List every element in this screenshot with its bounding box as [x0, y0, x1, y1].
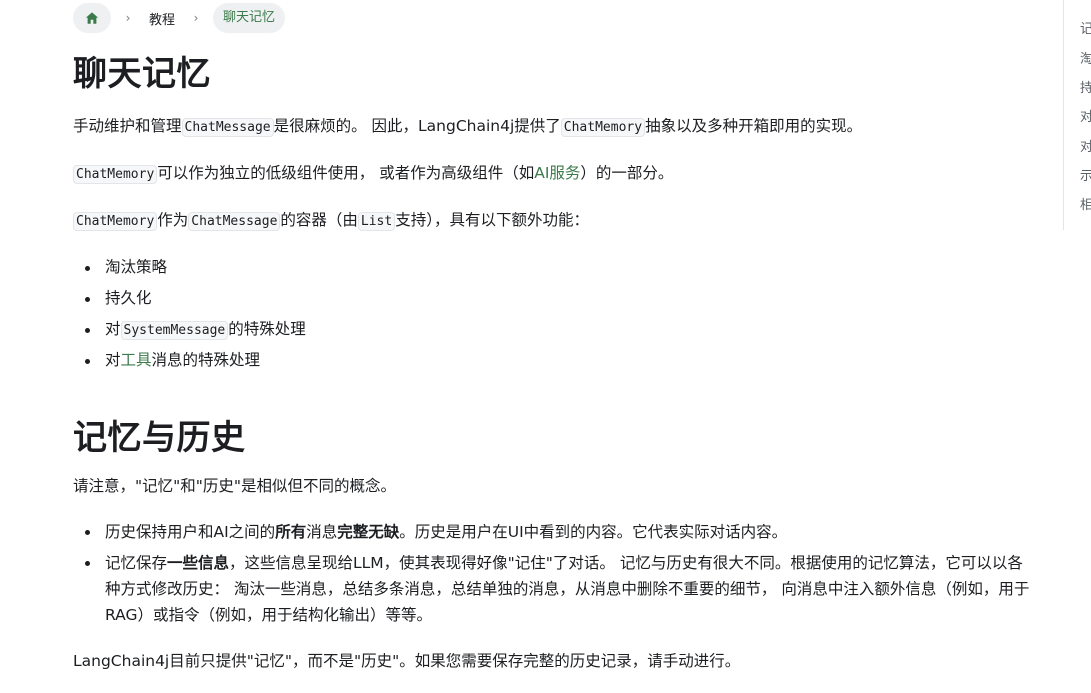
toc-item[interactable]: 示: [1080, 165, 1091, 184]
inline-code: List: [357, 212, 396, 231]
text: 消息的特殊处理: [151, 351, 261, 369]
toc-item[interactable]: 相: [1080, 194, 1091, 213]
paragraph-features: ChatMemory 作为 ChatMessage 的容器（由 List 支持），具有以下…: [73, 207, 589, 235]
text: 可以作为独立的低级组件使用， 或者作为高级组件（如: [157, 164, 535, 182]
toc-item[interactable]: 持: [1080, 77, 1091, 96]
home-icon: [85, 12, 99, 24]
text: 手动维护和管理: [73, 117, 182, 135]
bold-text: 完整无缺: [337, 523, 400, 541]
text: 作为: [157, 211, 189, 229]
inline-code: ChatMessage: [188, 212, 281, 231]
paragraph-intro: 手动维护和管理 ChatMessage 是很麻烦的。 因此，LangChain4j提…: [73, 113, 862, 141]
section-title-memory-vs-history: 记忆与历史: [73, 418, 246, 458]
text: ，这些信息呈现给LLM，使其表现得好像"记住"了对话。 记忆与历史有很大不同。根…: [105, 554, 1030, 624]
text: 历史保持用户和AI之间的: [105, 523, 276, 541]
text: 是很麻烦的。 因此，LangChain4j提供了: [273, 117, 561, 135]
list-item: 记忆保存一些信息，这些信息呈现给LLM，使其表现得好像"记住"了对话。 记忆与历…: [73, 550, 1033, 628]
paragraph-usage: ChatMemory 可以作为独立的低级组件使用， 或者作为高级组件（如AI服务）…: [73, 160, 673, 188]
inline-code: ChatMessage: [181, 118, 274, 137]
list-item: 持久化: [73, 285, 306, 316]
toc-item[interactable]: 对: [1080, 136, 1091, 155]
text: 。历史是用户在UI中看到的内容。它代表实际对话内容。: [399, 523, 788, 541]
table-of-contents: 记 淘 持 对 对 示 相: [1063, 0, 1091, 230]
text: 对: [105, 351, 121, 369]
breadcrumb-item-tutorial[interactable]: 教程: [145, 9, 179, 28]
chevron-right-icon: ›: [193, 11, 199, 25]
paragraph-summary: LangChain4j目前只提供"记忆"，而不是"历史"。如果您需要保存完整的历…: [73, 652, 741, 670]
inline-code: ChatMemory: [73, 212, 158, 231]
text: 的特殊处理: [228, 320, 306, 338]
page-title: 聊天记忆: [73, 54, 211, 94]
toc-item[interactable]: 淘: [1080, 48, 1091, 67]
inline-code: SystemMessage: [120, 321, 229, 340]
bold-text: 所有: [275, 523, 307, 541]
text: 记忆保存: [105, 554, 168, 572]
bold-text: 一些信息: [167, 554, 230, 572]
feature-list: 淘汰策略 持久化 对 SystemMessage 的特殊处理 对工具消息的特殊处理: [73, 254, 306, 378]
breadcrumb-home[interactable]: [73, 3, 111, 33]
list-item: 历史保持用户和AI之间的所有消息完整无缺。历史是用户在UI中看到的内容。它代表实…: [73, 519, 1033, 545]
text: 支持），具有以下额外功能：: [395, 211, 589, 229]
text: 的容器（由: [280, 211, 358, 229]
list-item: 对工具消息的特殊处理: [73, 347, 306, 378]
chevron-right-icon: ›: [125, 11, 131, 25]
text: 对: [105, 320, 121, 338]
toc-item[interactable]: 记: [1080, 18, 1091, 37]
paragraph-note: 请注意，"记忆"和"历史"是相似但不同的概念。: [73, 477, 397, 495]
text: 抽象以及多种开箱即用的实现。: [645, 117, 863, 135]
link-ai-services[interactable]: AI服务: [534, 164, 580, 182]
inline-code: ChatMemory: [73, 165, 158, 184]
toc-item[interactable]: 对: [1080, 106, 1091, 125]
breadcrumb: › 教程 › 聊天记忆: [73, 3, 286, 33]
inline-code: ChatMemory: [560, 118, 646, 137]
list-item: 淘汰策略: [73, 254, 306, 285]
text: ）的一部分。: [580, 164, 674, 182]
memory-history-list: 历史保持用户和AI之间的所有消息完整无缺。历史是用户在UI中看到的内容。它代表实…: [73, 519, 1033, 633]
text: 消息: [306, 523, 338, 541]
link-tools[interactable]: 工具: [121, 351, 152, 369]
list-item: 对 SystemMessage 的特殊处理: [73, 316, 306, 347]
breadcrumb-item-current: 聊天记忆: [213, 3, 286, 33]
